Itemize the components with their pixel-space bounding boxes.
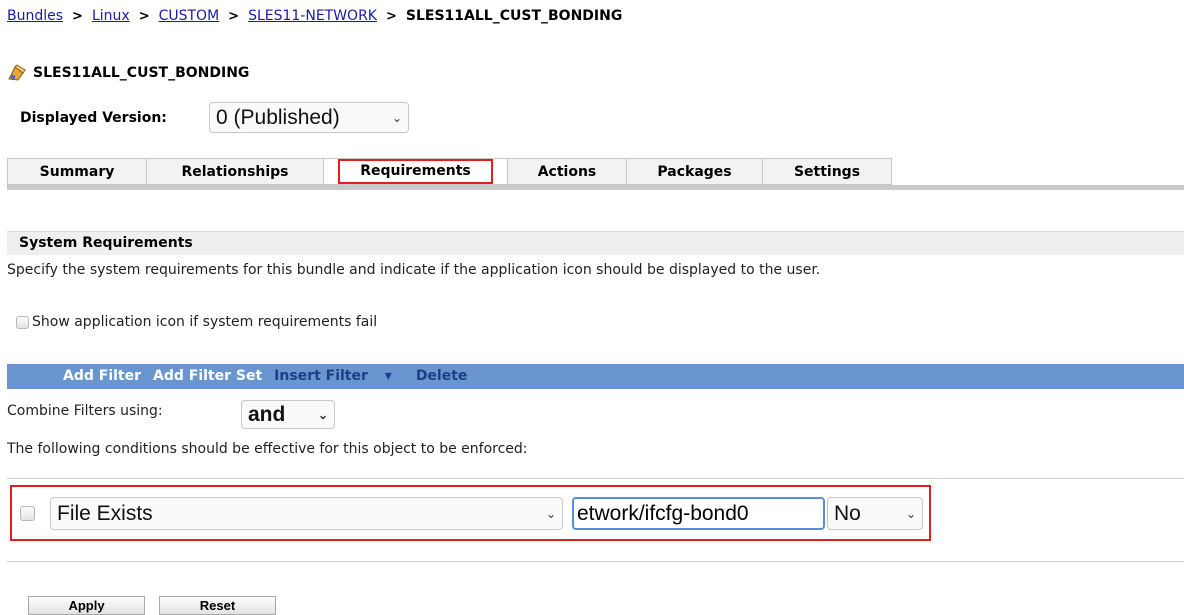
delete-button[interactable]: Delete <box>416 368 468 384</box>
breadcrumb-link-custom[interactable]: CUSTOM <box>159 8 220 24</box>
caret-down-icon: ▾ <box>384 368 392 384</box>
show-icon-label: Show application icon if system requirem… <box>32 314 378 330</box>
insert-filter-label: Insert Filter <box>274 368 368 384</box>
tab-actions[interactable]: Actions <box>507 158 627 185</box>
combine-select-value: and <box>248 402 286 426</box>
breadcrumb-link-bundles[interactable]: Bundles <box>7 8 63 24</box>
add-filter-button[interactable]: Add Filter <box>63 368 141 384</box>
apply-button[interactable]: Apply <box>28 596 145 615</box>
version-label: Displayed Version: <box>20 110 167 126</box>
breadcrumb-separator: > <box>228 9 240 24</box>
filter-toolbar: Add Filter Add Filter Set Insert Filter ▾ D… <box>7 364 1184 389</box>
reset-button[interactable]: Reset <box>159 596 276 615</box>
chevron-down-icon: ⌄ <box>545 506 556 521</box>
show-icon-checkbox[interactable] <box>16 316 29 329</box>
tab-summary[interactable]: Summary <box>7 158 147 185</box>
breadcrumb-separator: > <box>72 9 83 24</box>
section-description: Specify the system requirements for this… <box>7 262 821 278</box>
tab-label: Requirements <box>338 159 493 184</box>
chevron-down-icon: ⌄ <box>391 110 402 125</box>
breadcrumb: Bundles > Linux > CUSTOM > SLES11-NETWORK > SLES… <box>7 8 622 24</box>
combine-select[interactable]: and ⌄ <box>241 400 335 429</box>
tab-label: Relationships <box>181 163 289 180</box>
bundle-icon <box>8 64 26 81</box>
tab-settings[interactable]: Settings <box>762 158 892 185</box>
breadcrumb-link-linux[interactable]: Linux <box>92 8 130 24</box>
breadcrumb-separator: > <box>386 9 397 24</box>
tab-label: Summary <box>39 163 115 180</box>
operator-select[interactable]: No ⌄ <box>827 497 923 530</box>
tab-relationships[interactable]: Relationships <box>146 158 324 185</box>
tab-label: Packages <box>657 163 732 180</box>
insert-filter-menu[interactable]: Insert Filter ▾ <box>274 368 404 384</box>
file-path-input[interactable]: etwork/ifcfg-bond0 <box>572 497 825 530</box>
filter-row-checkbox[interactable] <box>20 506 35 521</box>
condition-type-select[interactable]: File Exists ⌄ <box>50 497 563 530</box>
add-filter-set-button[interactable]: Add Filter Set <box>153 368 262 384</box>
page-title-text: SLES11ALL_CUST_BONDING <box>33 65 250 81</box>
version-select-value: 0 (Published) <box>216 105 340 129</box>
breadcrumb-separator: > <box>138 9 150 24</box>
breadcrumb-current: SLES11ALL_CUST_BONDING <box>405 8 623 24</box>
tab-label: Actions <box>537 163 597 180</box>
conditions-label: The following conditions should be effec… <box>7 441 528 457</box>
page-title: SLES11ALL_CUST_BONDING <box>7 64 249 82</box>
chevron-down-icon: ⌄ <box>317 407 328 422</box>
version-select[interactable]: 0 (Published) ⌄ <box>209 102 409 133</box>
section-title: System Requirements <box>7 231 1184 255</box>
tab-requirements[interactable]: Requirements <box>323 158 508 185</box>
tab-packages[interactable]: Packages <box>626 158 763 185</box>
operator-value: No <box>834 501 861 525</box>
condition-type-value: File Exists <box>57 501 153 525</box>
tab-bar: Summary Relationships Requirements Actio… <box>7 158 1184 190</box>
chevron-down-icon: ⌄ <box>905 506 916 521</box>
breadcrumb-link-sles11-network[interactable]: SLES11-NETWORK <box>248 8 377 24</box>
combine-label: Combine Filters using: <box>7 403 163 419</box>
tab-label: Settings <box>793 163 861 180</box>
